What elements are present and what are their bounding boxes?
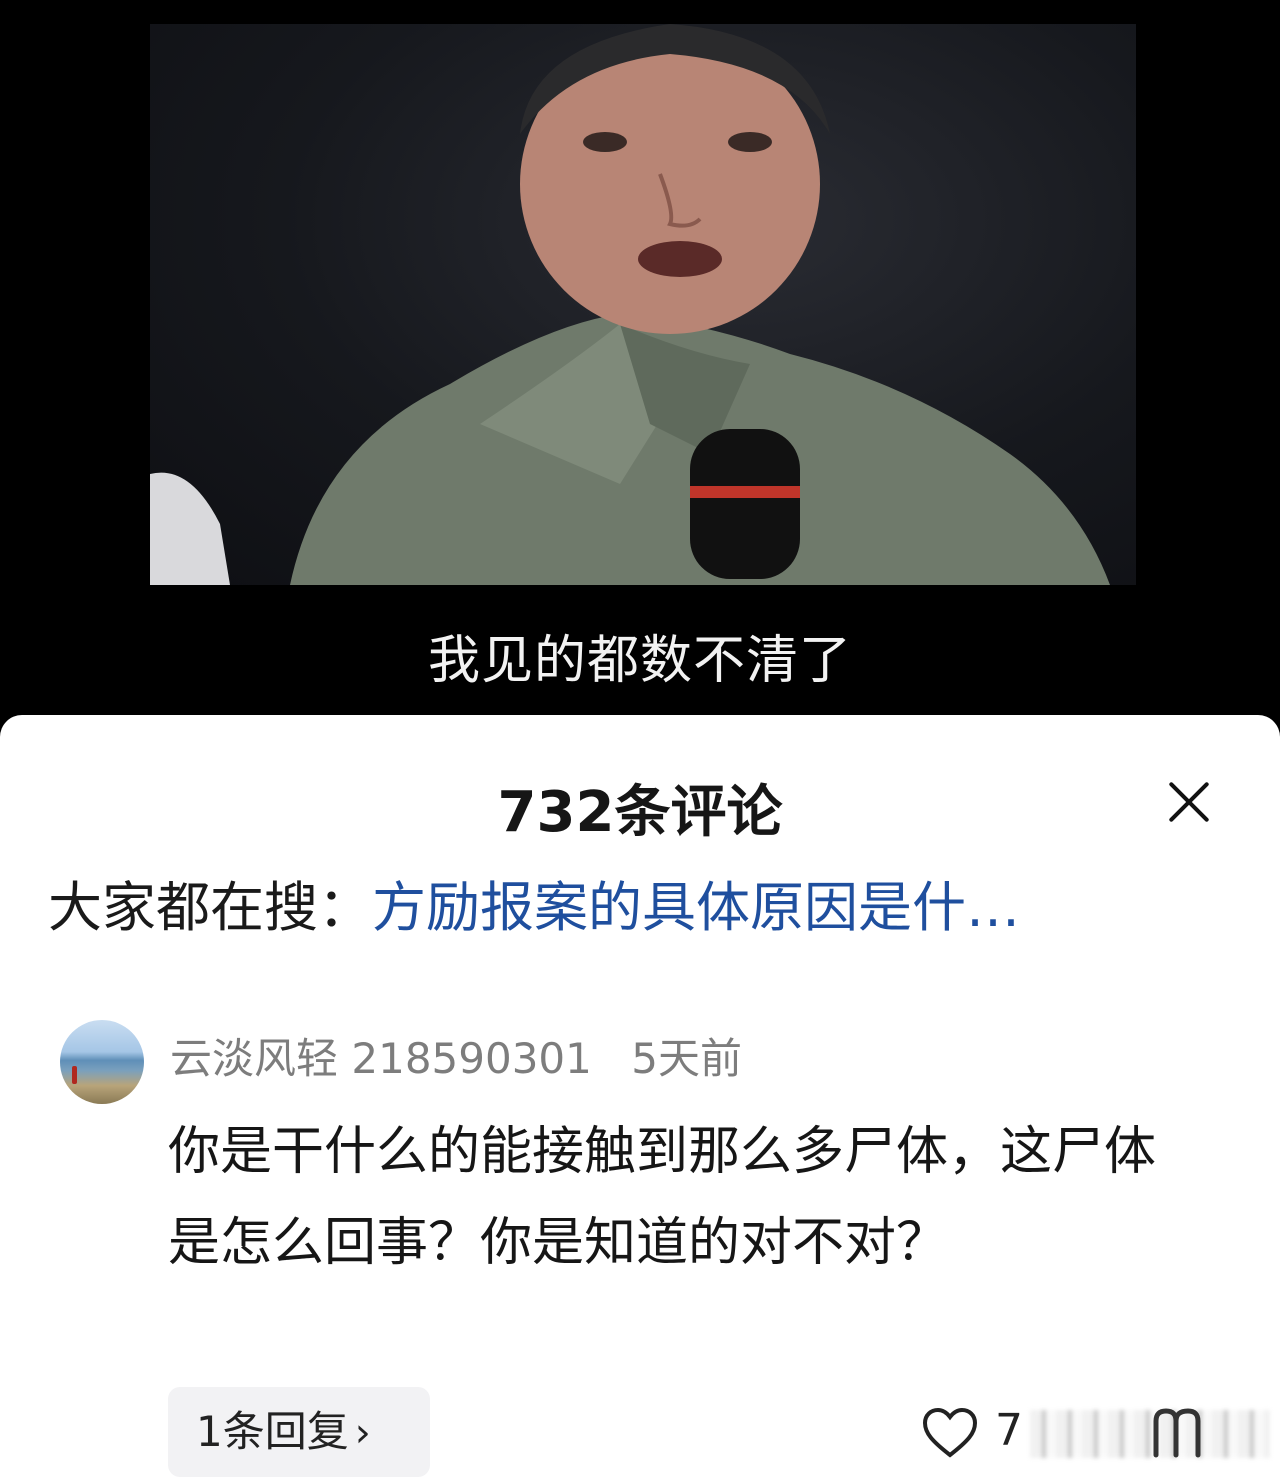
user-id: 218590301 <box>351 1034 592 1083</box>
hot-search-bar: 大家都在搜：方励报案的具体原因是什… <box>48 863 1188 942</box>
comments-panel: 732条评论 大家都在搜：方励报案的具体原因是什… 云淡风轻 218590301… <box>0 715 1280 1483</box>
video-frame[interactable] <box>150 24 1136 585</box>
video-player[interactable]: 我见的都数不清了 <box>0 0 1280 715</box>
hot-search-label: 大家都在搜： <box>48 876 372 939</box>
view-replies-button[interactable]: 1条回复 › <box>168 1387 430 1477</box>
comment-meta: 云淡风轻 218590301 5天前 <box>170 1025 742 1086</box>
video-subtitle: 我见的都数不清了 <box>427 631 852 691</box>
comments-count-title: 732条评论 <box>497 780 783 845</box>
close-icon[interactable] <box>1160 773 1218 831</box>
avatar[interactable] <box>60 1020 144 1104</box>
chevron-right-icon: › <box>354 1410 371 1456</box>
more-icon[interactable] <box>1150 1407 1214 1459</box>
avatar-figure <box>72 1066 77 1084</box>
comment-time: 5天前 <box>631 1034 742 1083</box>
hot-search-link[interactable]: 方励报案的具体原因是什… <box>372 876 1020 939</box>
reply-label: 1条回复 <box>196 1407 349 1456</box>
username[interactable]: 云淡风轻 <box>170 1034 338 1083</box>
comment-text: 你是干什么的能接触到那么多尸体，这尸体是怎么回事？你是知道的对不对？ <box>168 1122 1157 1273</box>
heart-icon[interactable] <box>922 1407 978 1459</box>
video-thumbnail-image <box>150 24 1110 585</box>
like-count: 7 <box>995 1405 1023 1456</box>
